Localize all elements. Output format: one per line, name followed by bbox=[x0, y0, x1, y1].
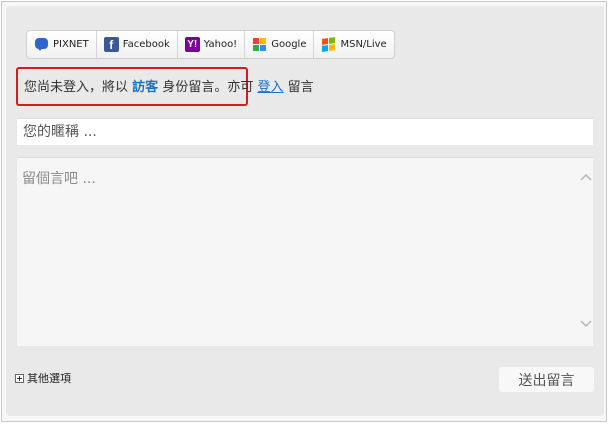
guest-notice: 您尚未登入，將以 訪客 身份留言。亦可 登入 留言 bbox=[24, 79, 314, 97]
more-options-label: 其他選項 bbox=[27, 372, 71, 385]
google-icon bbox=[252, 37, 267, 52]
login-yahoo-button[interactable]: Y! Yahoo! bbox=[178, 31, 246, 58]
msn-icon bbox=[321, 36, 336, 53]
yahoo-icon: Y! bbox=[184, 37, 200, 52]
guest-link[interactable]: 訪客 bbox=[132, 80, 158, 95]
notice-suffix: 亦可 bbox=[227, 80, 254, 95]
login-facebook-label: Facebook bbox=[122, 39, 170, 50]
more-options-toggle[interactable]: 其他選項 bbox=[15, 370, 71, 386]
message-textarea[interactable] bbox=[17, 157, 593, 346]
notice-middle: 身份留言。 bbox=[162, 80, 228, 95]
notice-prefix: 您尚未登入，將以 bbox=[24, 80, 129, 95]
login-yahoo-label: Yahoo! bbox=[203, 39, 238, 50]
login-pixnet-label: PIXNET bbox=[53, 39, 89, 50]
login-msn-button[interactable]: MSN/Live bbox=[314, 31, 393, 58]
notice-tail: 留言 bbox=[287, 80, 314, 95]
login-google-button[interactable]: Google bbox=[245, 31, 315, 58]
login-pixnet-button[interactable]: PIXNET bbox=[27, 31, 97, 58]
social-login-bar: PIXNET f Facebook Y! Yahoo! Google MSN/L… bbox=[26, 30, 395, 59]
login-msn-label: MSN/Live bbox=[340, 39, 387, 50]
pixnet-icon bbox=[34, 37, 49, 52]
scroll-down-icon[interactable] bbox=[580, 317, 592, 329]
nickname-input[interactable] bbox=[17, 118, 593, 145]
scroll-up-icon[interactable] bbox=[580, 172, 592, 184]
expand-plus-icon bbox=[15, 373, 24, 383]
login-facebook-button[interactable]: f Facebook bbox=[97, 31, 178, 58]
facebook-icon: f bbox=[103, 37, 119, 52]
login-google-label: Google bbox=[271, 39, 307, 50]
login-link[interactable]: 登入 bbox=[257, 80, 283, 95]
submit-comment-button[interactable]: 送出留言 bbox=[499, 367, 594, 392]
